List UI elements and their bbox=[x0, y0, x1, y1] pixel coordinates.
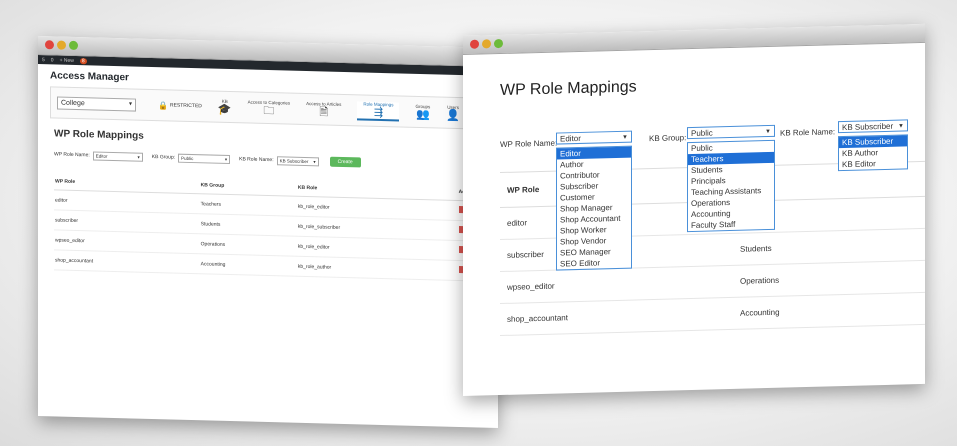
kb-group-label: KB Group: bbox=[649, 133, 687, 144]
tab-access-to-articles[interactable]: Access to Articles 🗎 bbox=[306, 101, 341, 119]
dropdown-option[interactable]: Faculty Staff bbox=[688, 218, 774, 231]
wp-role-label: WP Role Name: bbox=[54, 151, 90, 159]
kb-role-dropdown: KB Subscriber KB Author KB Editor bbox=[838, 134, 908, 172]
tab-groups[interactable]: Groups 👥 bbox=[415, 103, 430, 120]
kb-role-label: KB Role Name: bbox=[239, 156, 274, 164]
minimize-dot[interactable] bbox=[57, 40, 66, 50]
wp-role-dropdown: Editor Author Contributor Subscriber Cus… bbox=[556, 145, 632, 271]
new-link[interactable]: + New bbox=[60, 57, 74, 63]
graduation-cap-icon: 🎓 bbox=[217, 103, 232, 116]
dropdown-option[interactable]: KB Editor bbox=[839, 157, 907, 170]
updates-count[interactable]: 5 bbox=[42, 57, 45, 63]
restricted-label: 🔒 RESTRICTED bbox=[158, 100, 202, 110]
wp-role-select[interactable]: Editor bbox=[556, 130, 632, 145]
tab-kb[interactable]: KB 🎓 bbox=[218, 98, 232, 115]
folder-icon: 🗀 bbox=[263, 104, 275, 117]
site-select[interactable]: College bbox=[57, 95, 136, 112]
lock-icon: 🔒 bbox=[158, 100, 168, 110]
tab-role-mappings[interactable]: Role Mappings ⇶ bbox=[357, 100, 400, 121]
tab-access-to-categories[interactable]: Access to Categories 🗀 bbox=[248, 99, 291, 117]
kb-role-select[interactable]: KB Subscriber bbox=[838, 119, 908, 134]
kb-role-label: KB Role Name: bbox=[780, 127, 836, 138]
back-browser-window: 5 0 + New 8 Access Manager College 🔒 RES… bbox=[38, 36, 498, 429]
close-dot[interactable] bbox=[45, 40, 54, 50]
notification-badge[interactable]: 8 bbox=[79, 57, 87, 64]
mappings-table: WP Role KB Group KB Role Ac editor Teach… bbox=[54, 173, 494, 282]
dropdown-option[interactable]: Teaching Assistants bbox=[688, 185, 774, 198]
dropdown-option[interactable]: SEO Editor bbox=[557, 257, 631, 270]
kb-group-label: KB Group: bbox=[151, 153, 176, 161]
wp-role-label: WP Role Name: bbox=[500, 138, 558, 150]
maximize-dot[interactable] bbox=[69, 40, 78, 51]
page-title: WP Role Mappings bbox=[500, 78, 637, 100]
kb-role-select[interactable]: KB Subscriber bbox=[276, 155, 319, 166]
users-icon: 👥 bbox=[415, 108, 430, 121]
close-dot[interactable] bbox=[470, 39, 479, 49]
maximize-dot[interactable] bbox=[494, 38, 503, 49]
minimize-dot[interactable] bbox=[482, 39, 491, 49]
kb-group-select[interactable]: Public bbox=[178, 153, 231, 164]
front-browser-window: WP Role Mappings WP Role Name: Editor Ed… bbox=[463, 23, 925, 397]
wp-role-select[interactable]: Editor bbox=[92, 150, 143, 162]
document-icon: 🗎 bbox=[319, 105, 329, 119]
signpost-icon: ⇶ bbox=[373, 106, 384, 119]
kb-group-select[interactable]: Public bbox=[687, 124, 775, 140]
window-titlebar bbox=[463, 23, 925, 55]
tab-users[interactable]: Users 👤 bbox=[446, 104, 460, 121]
comments-count[interactable]: 0 bbox=[51, 57, 54, 63]
user-card-icon: 👤 bbox=[446, 109, 460, 122]
kb-group-dropdown: Public Teachers Students Principals Teac… bbox=[687, 139, 775, 233]
create-button[interactable]: Create bbox=[329, 156, 361, 168]
